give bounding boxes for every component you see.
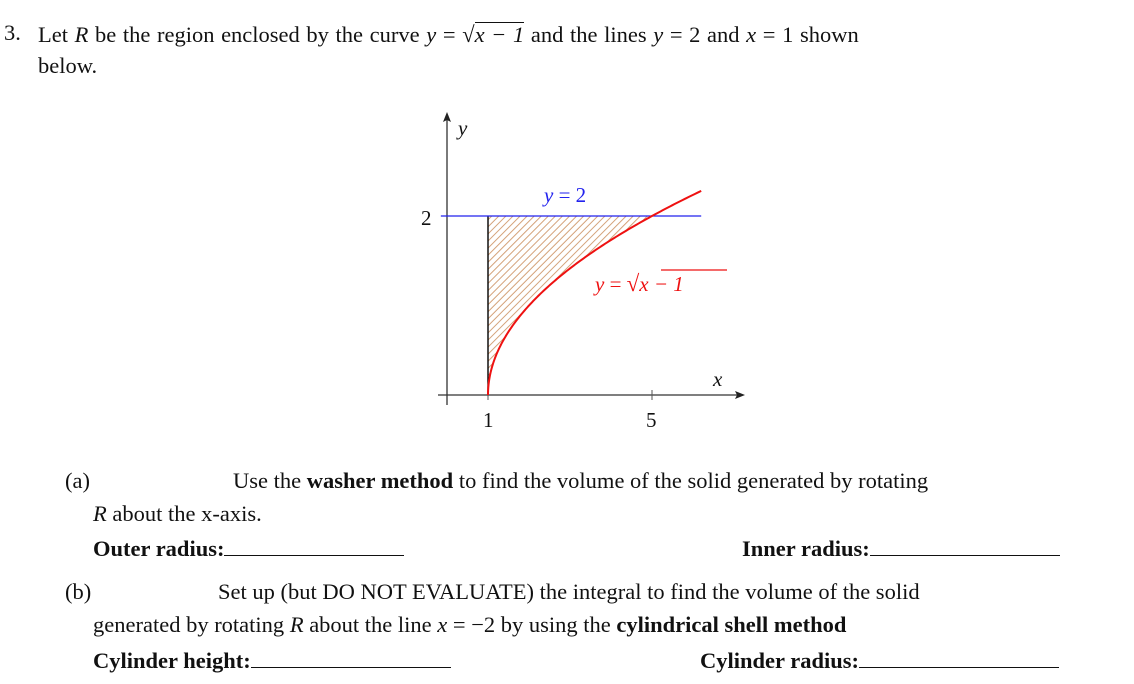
region-symbol: R	[93, 501, 107, 526]
inner-radius-field: Inner radius:	[742, 536, 1060, 561]
cylinder-radius-blank[interactable]	[858, 666, 1059, 668]
cylinder-radius-field: Cylinder radius:	[700, 648, 1059, 673]
part-b-text: by using the	[495, 612, 617, 637]
cylinder-height-label: Cylinder height:	[93, 648, 251, 673]
part-a-text: Use the	[233, 468, 307, 493]
cylinder-radius-label: Cylinder radius:	[700, 648, 859, 673]
inner-radius-label: Inner radius:	[742, 536, 870, 561]
part-b-text: about the line	[303, 612, 438, 637]
part-b-line2: generated by rotating R about the line x…	[93, 612, 847, 637]
y-axis-label: y	[456, 116, 468, 140]
region-diagram: y x 2 1 5 y = 2 y = √x − 1	[421, 112, 745, 432]
part-a-line2: R about the x-axis.	[93, 501, 262, 526]
part-b-label: (b)	[65, 579, 92, 604]
label-rhs: = 2	[553, 183, 586, 207]
label-eq: =	[604, 272, 626, 296]
part-a-line1: Use the washer method to find the volume…	[233, 468, 929, 493]
shaded-region-r	[488, 216, 652, 395]
outer-radius-blank[interactable]	[224, 554, 405, 556]
radicand: x − 1	[638, 272, 684, 296]
label-var: y	[542, 183, 554, 207]
cylinder-height-blank[interactable]	[250, 666, 451, 668]
curve-label-text: y = √x − 1	[593, 271, 684, 296]
outer-radius-label: Outer radius:	[93, 536, 225, 561]
label-var: y	[593, 272, 605, 296]
region-symbol: R	[289, 612, 304, 637]
math-var: x	[437, 612, 448, 637]
cylinder-height-field: Cylinder height:	[93, 648, 451, 673]
inner-radius-blank[interactable]	[869, 554, 1060, 556]
part-b-line1: Set up (but DO NOT EVALUATE) the integra…	[218, 579, 920, 604]
washer-method-term: washer method	[306, 468, 454, 493]
part-a-text: to find the volume of the solid generate…	[453, 468, 929, 493]
y-tick-label-2: 2	[421, 206, 432, 230]
x-tick-label-5: 5	[646, 408, 657, 432]
part-a-label: (a)	[65, 468, 90, 493]
math-eq: = −2	[447, 612, 496, 637]
x-tick-label-1: 1	[483, 408, 494, 432]
part-b-text: generated by rotating	[93, 612, 290, 637]
sqrt-symbol: √	[627, 271, 640, 296]
outer-radius-field: Outer radius:	[93, 536, 405, 561]
shell-method-term: cylindrical shell method	[616, 612, 847, 637]
label-curve-equation: y = √x − 1	[593, 269, 727, 296]
label-y-equals-2: y = 2	[542, 183, 586, 207]
x-axis-label: x	[712, 367, 723, 391]
part-a-text: about the x-axis.	[106, 501, 262, 526]
